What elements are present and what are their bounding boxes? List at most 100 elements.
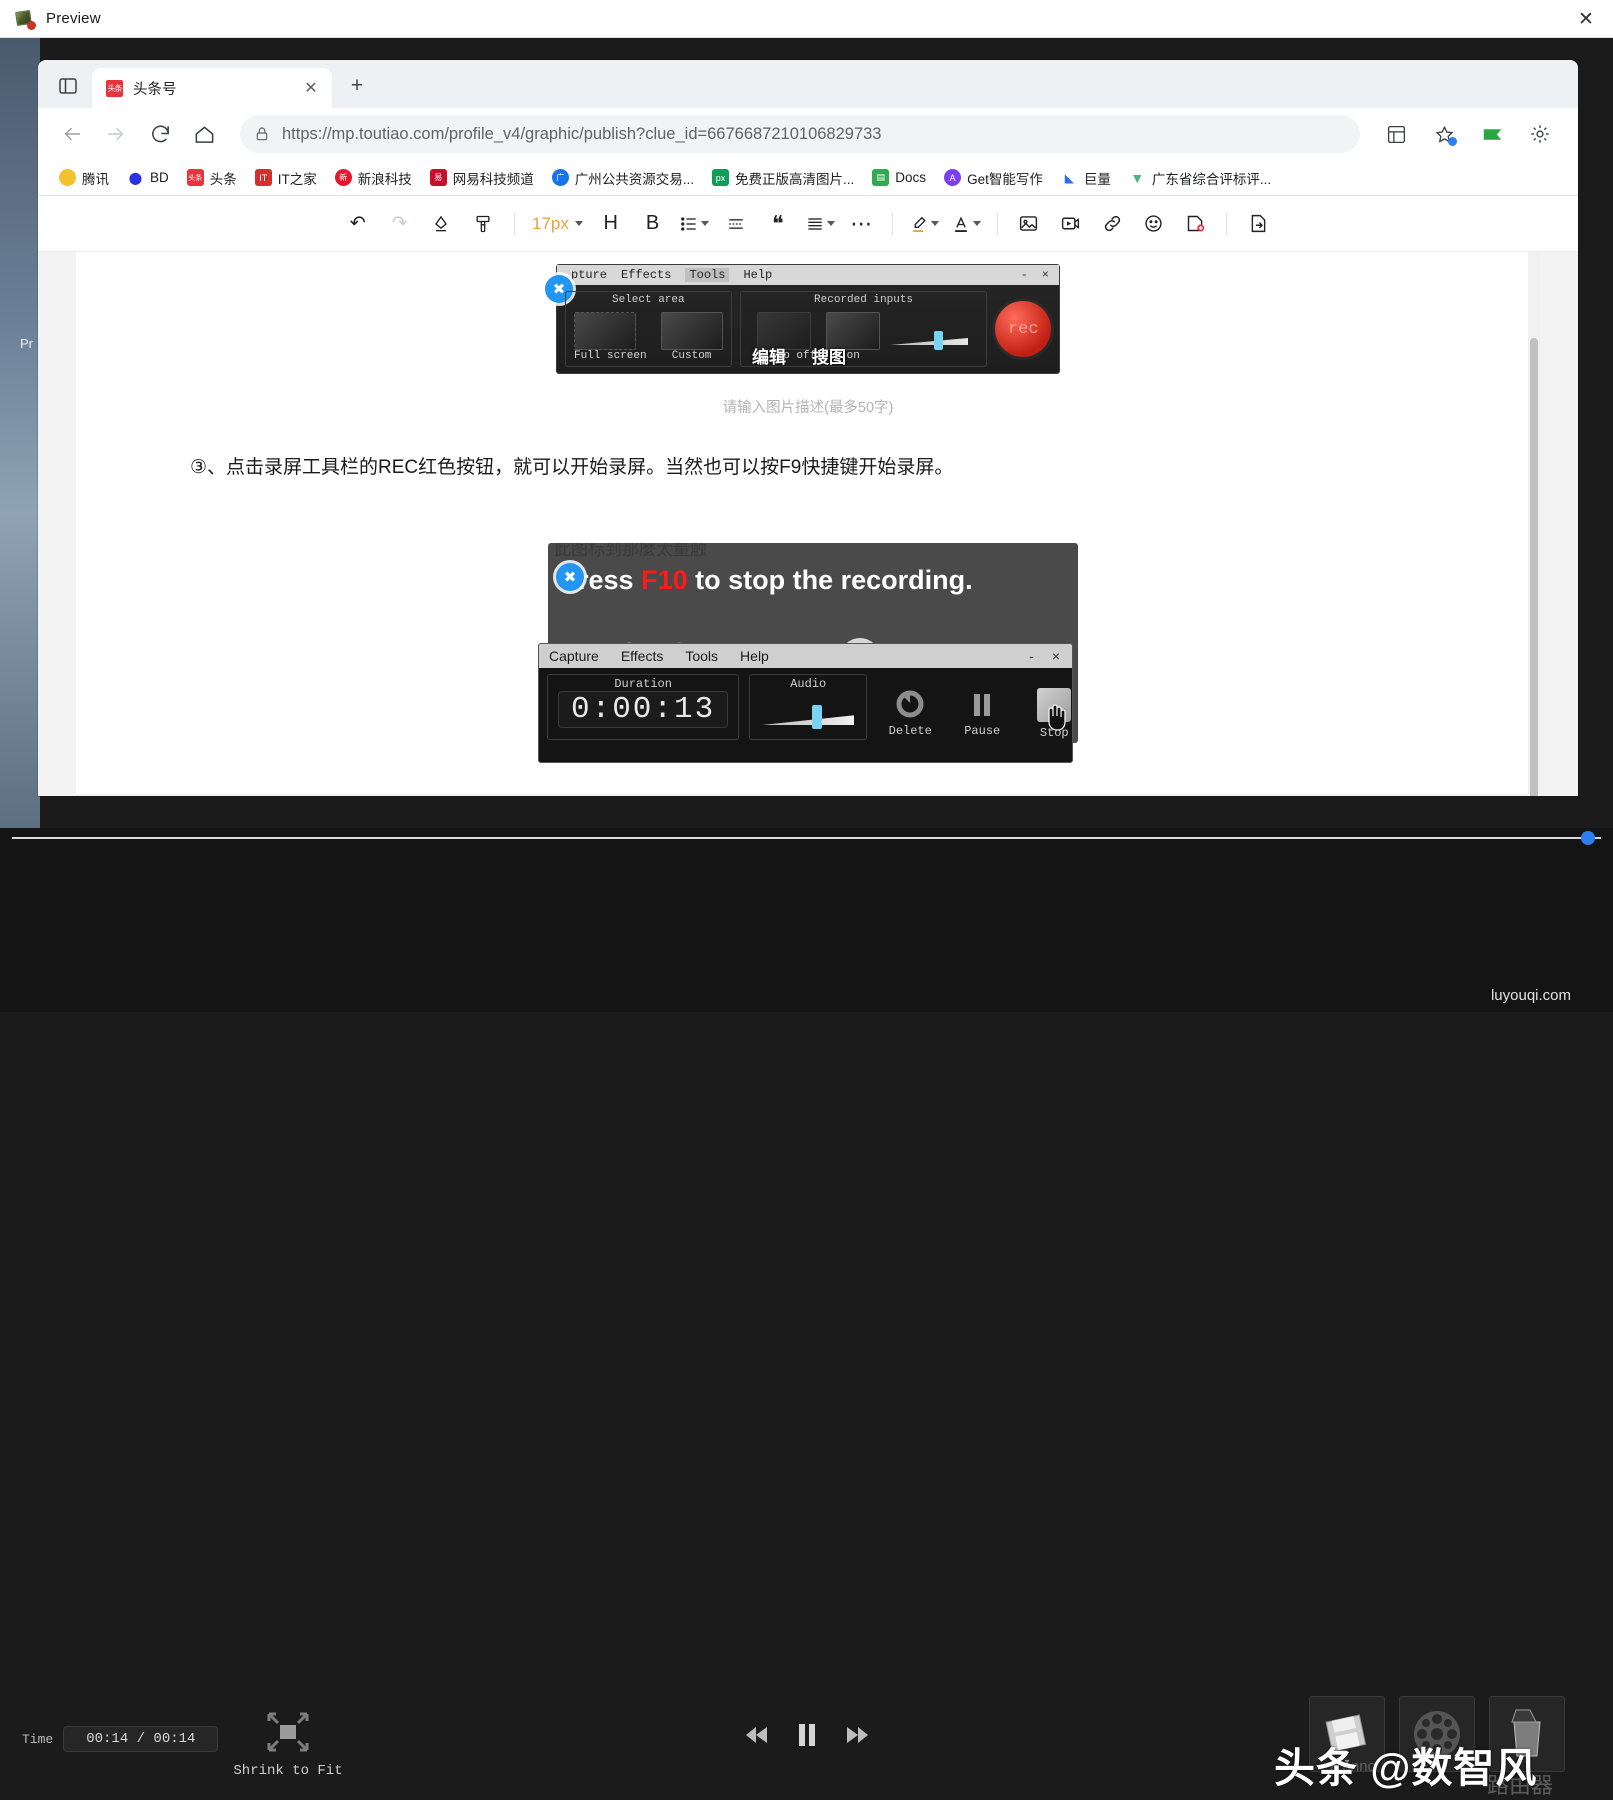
pause-button[interactable] [797,1724,817,1746]
tab-search-panel-icon[interactable] [48,69,88,103]
bookmark-item[interactable]: 腾讯 [52,165,116,191]
recorder-menu-tools: Tools [685,268,729,282]
emoji-icon[interactable] [1134,204,1174,244]
bookmark-favicon: 头条 [187,169,204,186]
chevron-down-icon [973,221,981,226]
redo-icon[interactable]: ↷ [380,204,420,244]
reload-icon[interactable] [140,114,180,154]
bookmark-item[interactable]: ▼ 广东省综合评标评... [1122,165,1278,191]
bullet-list-icon[interactable] [674,204,714,244]
bookmark-item[interactable]: px 免费正版高清图片... [705,165,861,191]
browser-tab-toutiao[interactable]: 头条 头条号 ✕ [92,68,332,108]
next-button[interactable] [845,1726,869,1744]
highlight-icon[interactable] [904,204,944,244]
audio-level-slider[interactable] [760,697,856,731]
bookmark-label: 巨量 [1084,168,1111,188]
settings-gear-icon[interactable] [1520,114,1560,154]
embedded-image-recording-stop[interactable]: ✖ 此图标到那麼太量触 Press F10 to stop the record… [538,543,1078,743]
quote-icon[interactable]: ❝ [758,204,798,244]
bookmark-item[interactable]: 易 网易科技频道 [423,165,541,191]
watermark-site: luyouqi.com [1491,987,1571,1004]
audio-level-slider[interactable] [890,324,970,350]
browser-navbar: https://mp.toutiao.com/profile_v4/graphi… [38,108,1578,160]
playback-seek-slider[interactable] [12,836,1601,840]
chevron-down-icon [931,221,939,226]
bookmark-item[interactable]: ▤ Docs [865,166,933,189]
scrollbar-thumb[interactable] [1530,338,1538,796]
previous-button[interactable] [745,1726,769,1744]
stop-recording-banner: Press F10 to stop the recording. [560,565,973,596]
seek-knob[interactable] [1581,831,1595,845]
bookmark-label: 腾讯 [82,168,109,188]
record-button[interactable]: rec [995,301,1051,357]
address-bar[interactable]: https://mp.toutiao.com/profile_v4/graphi… [240,115,1360,153]
forward-icon[interactable] [96,114,136,154]
recorder-menu-help: Help [743,268,772,282]
browser-window: 头条 头条号 ✕ + https:/ [38,60,1578,796]
text-color-icon[interactable] [946,204,986,244]
toolbar-divider [892,213,893,235]
stop-button[interactable]: Stop [1021,688,1073,740]
overlay-search-label[interactable]: 搜图 [812,343,846,368]
full-screen-option[interactable]: Full screen [574,312,647,362]
back-icon[interactable] [52,114,92,154]
font-size-selector[interactable]: 17px [526,214,589,234]
bookmark-label: 头条 [210,168,237,188]
favorite-star-icon[interactable] [1424,114,1464,154]
editor-document[interactable]: ✖ pture Effects Tools Help - × [76,252,1540,796]
recorded-inputs-label: Recorded inputs [741,294,987,306]
banner-suffix: to stop the recording. [688,565,973,595]
delete-button[interactable]: Delete [877,688,943,738]
new-tab-button[interactable]: + [342,71,372,101]
recorder-close: × [1042,268,1049,282]
bookmark-item[interactable]: 新 新浪科技 [328,165,419,191]
document-paragraph[interactable]: ③、点击录屏工具栏的REC红色按钮，就可以开始录屏。当然也可以按F9快捷键开始录… [176,451,1440,485]
editor-toolbar: ↶ ↷ 17px H B [38,196,1578,252]
bookmark-item[interactable]: 广 广州公共资源交易... [545,165,701,191]
bookmark-item[interactable]: IT IT之家 [248,165,324,191]
heading-icon[interactable]: H [591,204,631,244]
image-caption-placeholder[interactable]: 请输入图片描述(最多50字) [176,396,1440,417]
window-close-button[interactable]: ✕ [1559,0,1613,38]
recorder2-menu-tools: Tools [685,648,718,664]
insert-link-icon[interactable] [1092,204,1132,244]
page-vertical-scrollbar[interactable] [1528,252,1540,794]
image-viewport[interactable]: Pr 头条 头条号 ✕ + [0,38,1613,828]
insert-video-icon[interactable] [1050,204,1090,244]
bookmark-label: 广东省综合评标评... [1152,168,1271,188]
embedded-image-recorder-toolbar[interactable]: ✖ pture Effects Tools Help - × [556,264,1060,374]
bookmark-label: Docs [895,170,926,185]
select-area-group: Select area Full screen Custom [565,291,732,367]
recorder2-menu-capture: Capture [549,648,599,664]
bold-icon[interactable]: B [633,204,673,244]
page-horizontal-scrollbar[interactable] [76,794,1528,796]
recorder2-menu-help: Help [740,648,769,664]
align-icon[interactable] [800,204,840,244]
undo-icon[interactable]: ↶ [338,204,378,244]
divider-line-icon[interactable] [716,204,756,244]
export-icon[interactable] [1238,204,1278,244]
pause-button[interactable]: Pause [949,688,1015,738]
bookmark-item[interactable]: ◣ 巨量 [1054,165,1118,191]
extension-icon[interactable] [1472,114,1512,154]
bookmark-item[interactable]: ⬤ BD [120,166,176,189]
format-painter-icon[interactable] [463,204,503,244]
bookmark-item[interactable]: A Get智能写作 [937,165,1050,191]
background-image-sliver: Pr [0,38,40,828]
insert-card-icon[interactable] [1176,204,1216,244]
home-icon[interactable] [184,114,224,154]
image-remove-badge[interactable]: ✖ [556,563,584,591]
overlay-edit-label[interactable]: 编辑 [752,343,786,368]
tab-close-icon[interactable]: ✕ [300,78,322,98]
clear-format-icon[interactable] [422,204,462,244]
collections-icon[interactable] [1376,114,1416,154]
bookmark-favicon: ▼ [1129,169,1146,186]
insert-image-icon[interactable] [1009,204,1049,244]
more-options-icon[interactable]: ⋯ [841,204,881,244]
address-bar-url: https://mp.toutiao.com/profile_v4/graphi… [282,125,881,144]
recorder-minimize: - [1021,268,1028,282]
custom-area-option[interactable]: Custom [661,312,723,362]
bookmark-item[interactable]: 头条 头条 [180,165,244,191]
recorder2-close: × [1052,648,1060,664]
chevron-down-icon [827,221,835,226]
